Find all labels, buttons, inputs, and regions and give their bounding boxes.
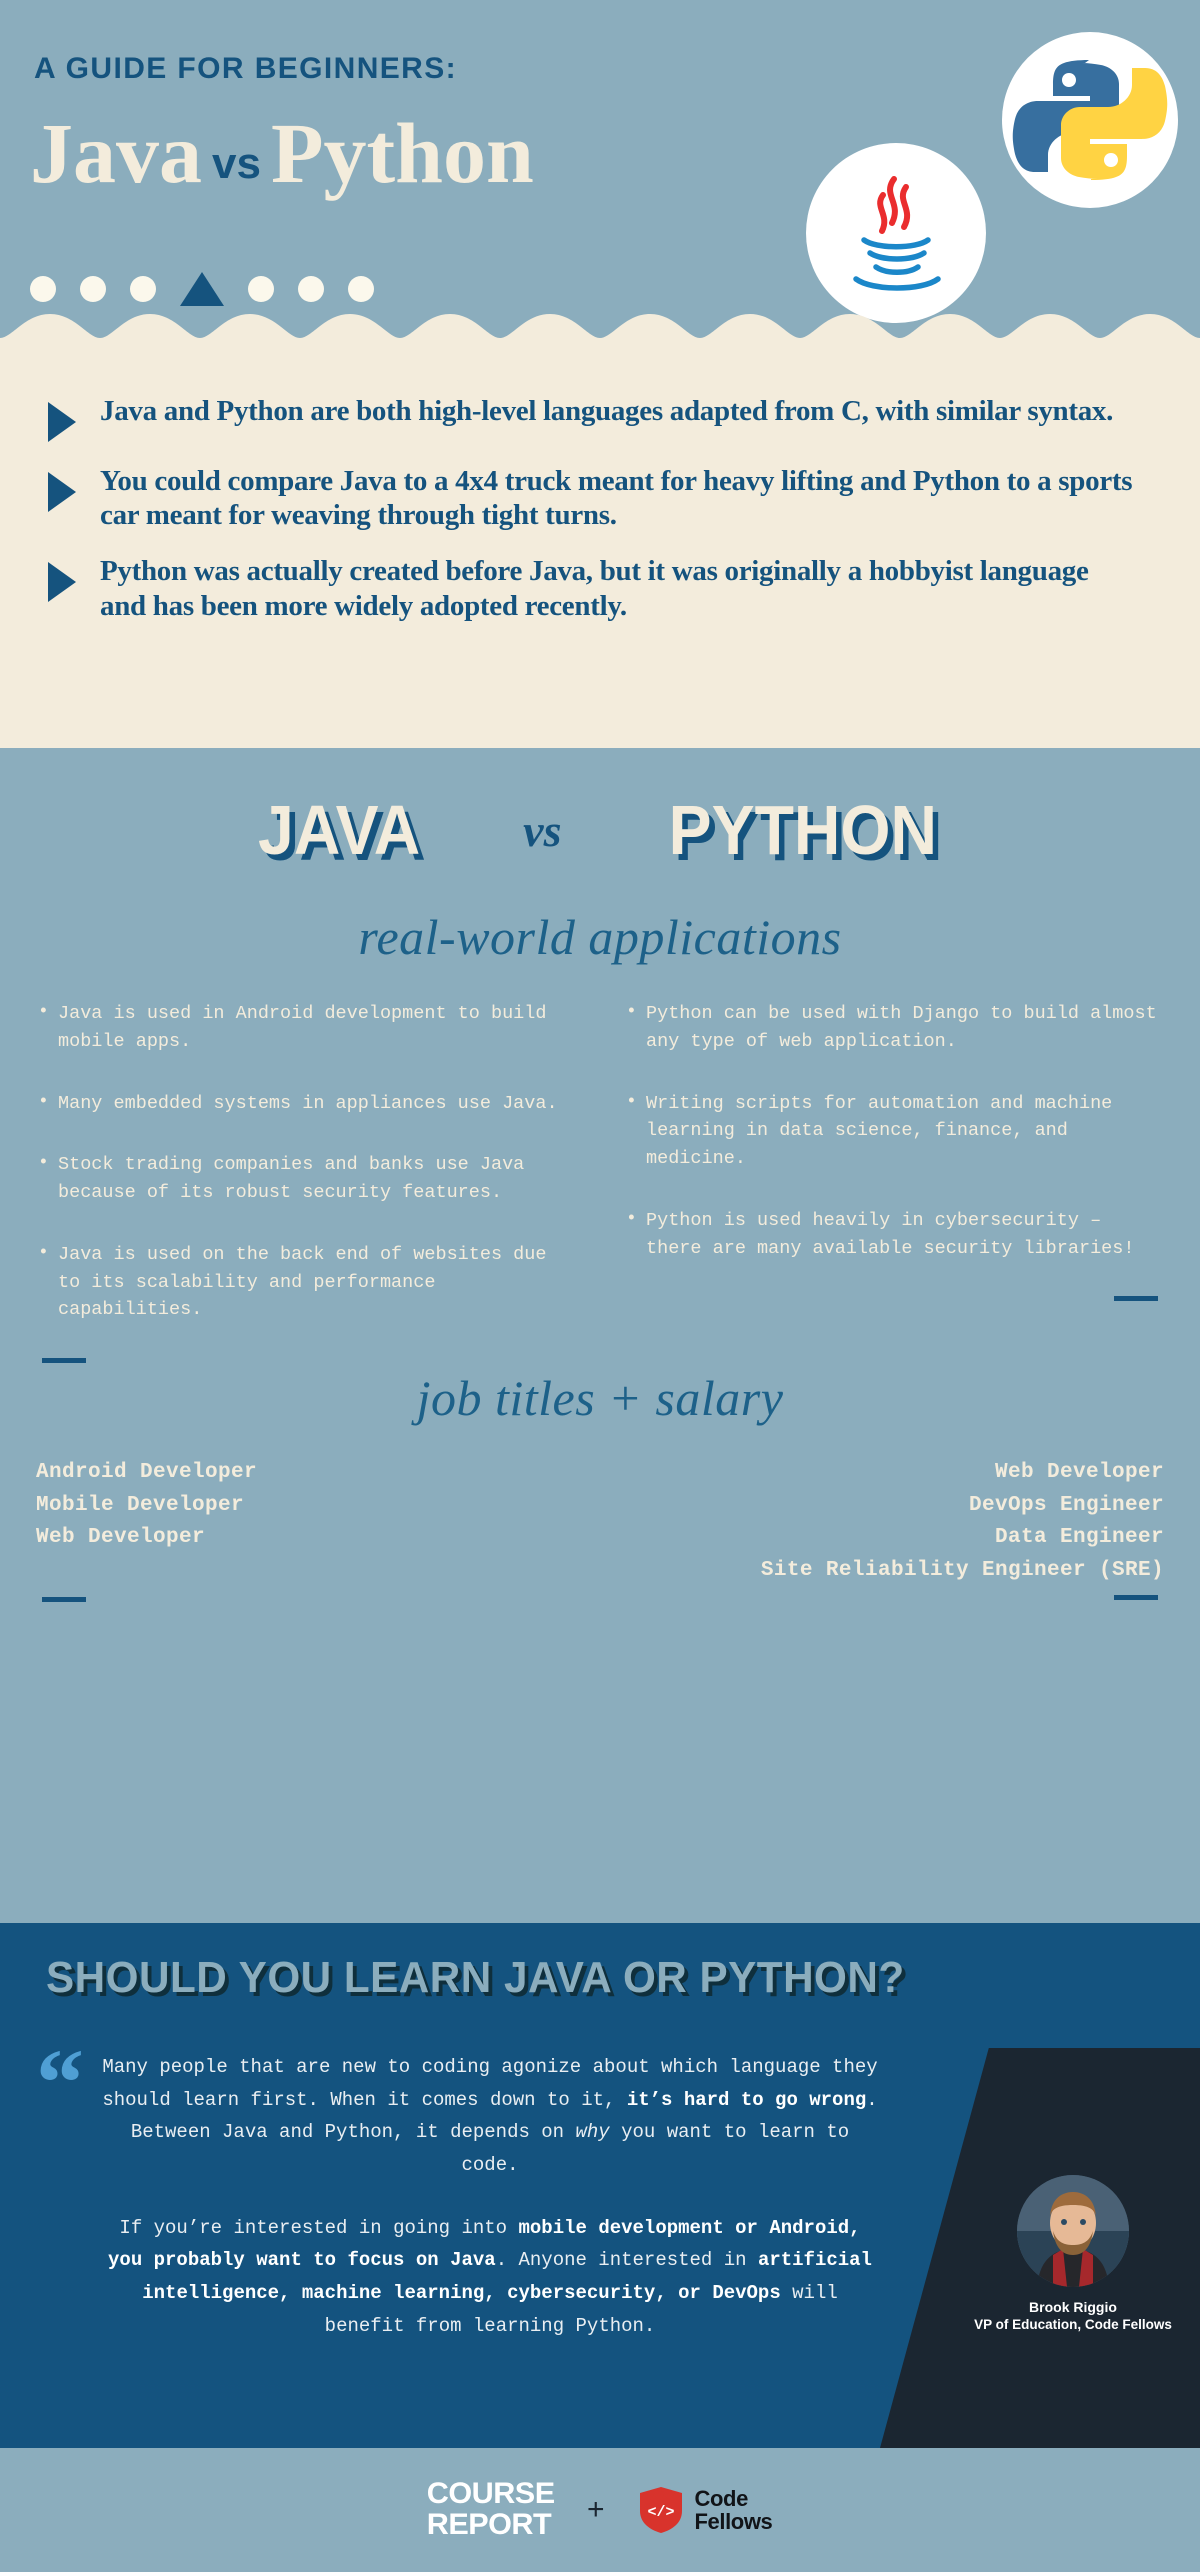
- heading-python: PYTHON: [669, 791, 938, 869]
- course-report-logo: COURSE REPORT: [426, 2479, 554, 2540]
- python-logo-icon: [1012, 60, 1168, 180]
- avatar-photo-icon: [1017, 2175, 1129, 2287]
- code-fellows-wordmark: Code Fellows: [695, 2487, 773, 2533]
- author-role: VP of Education, Code Fellows: [974, 2317, 1172, 2332]
- dot-icon: [298, 276, 324, 302]
- job-title: Android Developer: [36, 1461, 258, 1484]
- quote-title: SHOULD YOU LEARN JAVA OR PYTHON?: [46, 1953, 905, 2002]
- dot-icon: [130, 276, 156, 302]
- heading-vs: vs: [523, 804, 562, 856]
- course-report-line1: COURSE: [426, 2477, 555, 2511]
- footer: COURSE REPORT + </> Code Fellows: [0, 2448, 1200, 2572]
- job-title: Site Reliability Engineer (SRE): [760, 1558, 1164, 1582]
- java-logo-icon: [853, 176, 941, 291]
- arrow-right-icon: [48, 472, 76, 512]
- dot-decoration: [30, 272, 374, 306]
- java-applications-list: Java is used in Android development to b…: [36, 999, 576, 1324]
- fact-item: Python was actually created before Java,…: [0, 554, 1200, 622]
- fact-text: You could compare Java to a 4x4 truck me…: [100, 465, 1133, 532]
- java-applications-column: Java is used in Android development to b…: [36, 999, 576, 1363]
- title-python: Python: [270, 105, 534, 201]
- quote-p1-bold: it’s hard to go wrong: [626, 2088, 867, 2111]
- applications-heading: real-world applications: [358, 909, 842, 965]
- divider: [42, 1358, 86, 1363]
- python-jobs-column: Web Developer DevOps Engineer Data Engin…: [600, 1457, 1164, 1602]
- shield-icon: </>: [639, 2487, 682, 2533]
- triangle-icon: [180, 272, 224, 306]
- job-title: Mobile Developer: [36, 1493, 245, 1517]
- python-applications-column: Python can be used with Django to build …: [606, 999, 1164, 1363]
- quote-p2-text1: If you’re interested in going into: [119, 2216, 519, 2239]
- author-name: Brook Riggio: [1029, 2299, 1117, 2315]
- divider: [1114, 1595, 1158, 1601]
- fact-item: Java and Python are both high-level lang…: [0, 394, 1200, 442]
- quotation-mark-icon: “: [36, 2029, 84, 2136]
- quote-section: SHOULD YOU LEARN JAVA OR PYTHON? “ Many …: [0, 1923, 1200, 2448]
- quote-paragraph-1: Many people that are new to coding agoni…: [100, 2051, 880, 2182]
- title-java: Java: [30, 105, 202, 201]
- heading-java: JAVA: [257, 791, 421, 869]
- key-facts-section: Java and Python are both high-level lang…: [0, 352, 1200, 748]
- list-item: Java is used in Android development to b…: [36, 999, 576, 1056]
- applications-columns: Java is used in Android development to b…: [0, 999, 1200, 1363]
- svg-text:</>: </>: [647, 2504, 674, 2521]
- page-title: Java vs Python: [30, 110, 534, 196]
- dot-icon: [348, 276, 374, 302]
- dot-icon: [80, 276, 106, 302]
- arrow-right-icon: [48, 402, 76, 442]
- list-item: Python is used heavily in cybersecurity …: [624, 1206, 1164, 1263]
- jobs-heading: job titles + salary: [416, 1370, 784, 1426]
- comparison-header: JAVA vs PYTHON: [0, 748, 1200, 890]
- list-item: Many embedded systems in appliances use …: [36, 1089, 576, 1118]
- java-logo: [806, 143, 986, 323]
- author-block: Brook Riggio VP of Education, Code Fello…: [968, 2175, 1178, 2332]
- job-titles-columns: Android Developer Mobile Developer Web D…: [0, 1457, 1200, 1602]
- divider: [42, 1596, 86, 1602]
- fact-text: Python was actually created before Java,…: [100, 555, 1089, 622]
- quote-paragraph-2: If you’re interested in going into mobil…: [100, 2212, 880, 2343]
- list-item: Java is used on the back end of websites…: [36, 1240, 576, 1324]
- hero-section: A GUIDE FOR BEGINNERS: Java vs Python: [0, 0, 1200, 370]
- plus-icon: +: [586, 2493, 605, 2526]
- list-item: Writing scripts for automation and machi…: [624, 1088, 1164, 1173]
- code-fellows-line2: Fellows: [694, 2509, 773, 2534]
- code-fellows-logo: </> Code Fellows: [639, 2486, 773, 2534]
- python-logo: [1002, 32, 1178, 208]
- avatar: [1017, 2175, 1129, 2287]
- list-item: Stock trading companies and banks use Ja…: [36, 1150, 576, 1207]
- course-report-line2: REPORT: [426, 2508, 551, 2541]
- java-jobs-column: Android Developer Mobile Developer Web D…: [36, 1457, 600, 1602]
- job-title: Data Engineer: [994, 1526, 1164, 1550]
- divider: [1114, 1296, 1158, 1302]
- quote-p1-italic: why: [575, 2121, 610, 2144]
- python-applications-list: Python can be used with Django to build …: [624, 999, 1164, 1263]
- job-title: DevOps Engineer: [968, 1493, 1164, 1517]
- dot-icon: [30, 276, 56, 302]
- job-title: Web Developer: [36, 1526, 206, 1550]
- infographic-page: A GUIDE FOR BEGINNERS: Java vs Python Ja…: [0, 0, 1200, 2572]
- comparison-section: JAVA vs PYTHON real-world applications J…: [0, 748, 1200, 1923]
- job-title: Web Developer: [994, 1461, 1164, 1484]
- title-vs: vs: [212, 139, 261, 188]
- quote-p2-text2: . Anyone interested in: [495, 2249, 758, 2272]
- arrow-right-icon: [48, 562, 76, 603]
- code-fellows-line1: Code: [694, 2485, 749, 2511]
- quote-body: Many people that are new to coding agoni…: [100, 2051, 880, 2372]
- hero-kicker: A GUIDE FOR BEGINNERS:: [34, 52, 458, 85]
- dot-icon: [248, 276, 274, 302]
- fact-item: You could compare Java to a 4x4 truck me…: [0, 464, 1200, 532]
- fact-text: Java and Python are both high-level lang…: [100, 395, 1114, 427]
- list-item: Python can be used with Django to build …: [624, 999, 1164, 1056]
